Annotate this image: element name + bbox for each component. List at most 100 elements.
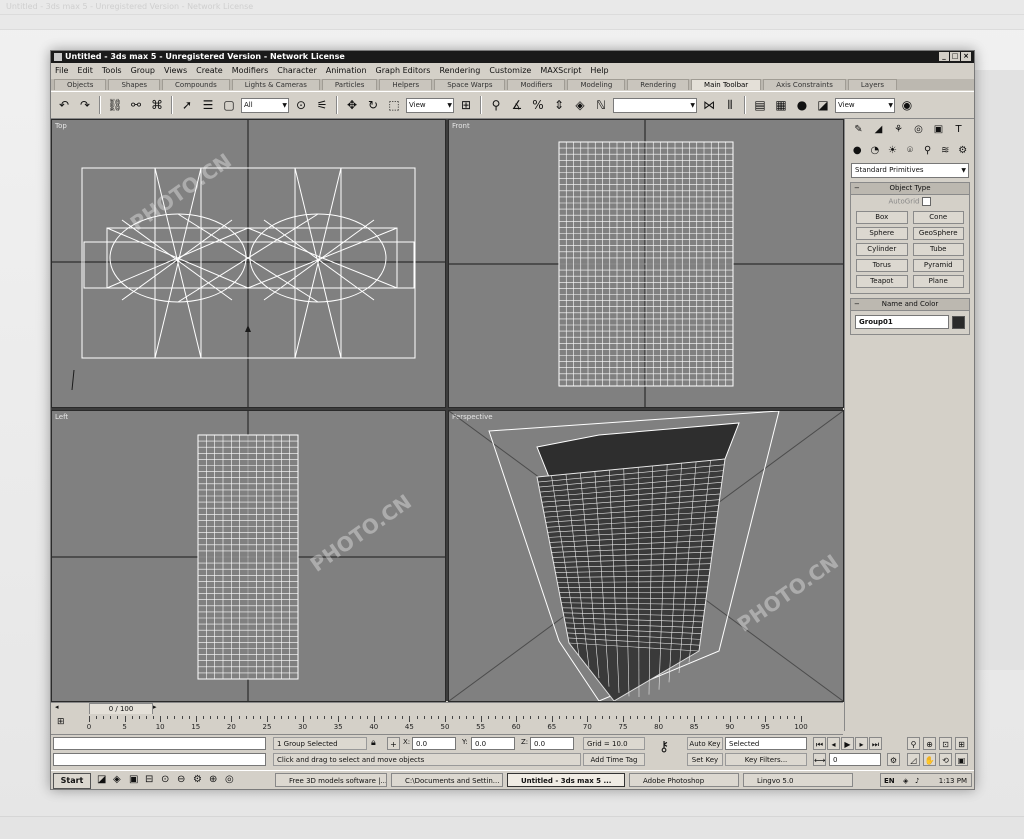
next-frame-arrow[interactable]: ▸ (153, 703, 157, 711)
zoom-all-icon[interactable]: ⊕ (923, 737, 936, 750)
prev-frame-icon[interactable]: ◂ (827, 737, 840, 750)
absolute-mode-toggle[interactable]: + (387, 737, 400, 750)
menu-customize[interactable]: Customize (489, 64, 531, 78)
select-object-icon[interactable]: ➚ (178, 96, 196, 114)
viewport-perspective[interactable]: Perspective PHOTO.CN (448, 410, 844, 702)
tab-modeling[interactable]: Modeling (567, 79, 626, 90)
spacewarps-icon[interactable]: ≋ (938, 143, 953, 158)
material-editor-icon[interactable]: ● (793, 96, 811, 114)
time-config-icon[interactable]: ⚙ (887, 753, 900, 766)
key-icon[interactable]: ⚷ (659, 739, 669, 755)
taskbar-item-lingvo[interactable]: Lingvo 5.0 (743, 773, 853, 787)
cone-button[interactable]: Cone (912, 211, 964, 224)
named-selection-icon[interactable]: ℕ (592, 96, 610, 114)
pivot-icon[interactable]: ⊞ (457, 96, 475, 114)
tab-main-toolbar[interactable]: Main Toolbar (691, 79, 762, 90)
manipulate-icon[interactable]: ⚟ (313, 96, 331, 114)
plane-button[interactable]: Plane (912, 275, 964, 288)
motion-tab-icon[interactable]: ◎ (910, 122, 927, 137)
volume-icon[interactable]: ♪ (915, 774, 919, 788)
zoom-extents-icon[interactable]: ⊡ (939, 737, 952, 750)
quicklaunch-icon[interactable]: ◈ (113, 774, 121, 785)
menu-modifiers[interactable]: Modifiers (232, 64, 269, 78)
tab-objects[interactable]: Objects (54, 79, 107, 90)
object-type-header[interactable]: − Object Type (851, 183, 969, 195)
select-by-name-icon[interactable]: ☰ (199, 96, 217, 114)
quicklaunch-icon[interactable]: ◎ (225, 774, 234, 785)
hierarchy-tab-icon[interactable]: ⚘ (890, 122, 907, 137)
pyramid-button[interactable]: Pyramid (912, 259, 964, 272)
menu-maxscript[interactable]: MAXScript (540, 64, 581, 78)
menu-rendering[interactable]: Rendering (439, 64, 480, 78)
taskbar-item-photoshop[interactable]: Adobe Photoshop (629, 773, 739, 787)
language-indicator[interactable]: EN (884, 774, 895, 788)
snap-icon[interactable]: ⚲ (487, 96, 505, 114)
tab-particles[interactable]: Particles (321, 79, 378, 90)
key-mode-toggle-icon[interactable]: ⟷ (813, 753, 826, 766)
spinner-snap-icon[interactable]: ⇕ (550, 96, 568, 114)
lock-icon[interactable]: 🔒︎ (371, 738, 376, 748)
set-key-button[interactable]: Set Key (687, 753, 723, 766)
tab-layers[interactable]: Layers (847, 79, 898, 90)
viewport-front[interactable]: Front (448, 119, 844, 408)
viewport-top[interactable]: Top PHOTO.CN (51, 119, 446, 408)
zoom-extents-all-icon[interactable]: ⊞ (955, 737, 968, 750)
minimize-button[interactable]: _ (939, 52, 949, 61)
tab-axis-constraints[interactable]: Axis Constraints (763, 79, 846, 90)
autogrid-checkbox[interactable] (922, 197, 932, 206)
track-bar-icon[interactable]: ⊞ (57, 717, 65, 727)
min-max-toggle-icon[interactable]: ▣ (955, 753, 968, 766)
tab-helpers[interactable]: Helpers (379, 79, 433, 90)
menu-graph-editors[interactable]: Graph Editors (376, 64, 431, 78)
quicklaunch-icon[interactable]: ⊖ (177, 774, 185, 785)
unlink-icon[interactable]: ⚯ (127, 96, 145, 114)
menu-animation[interactable]: Animation (326, 64, 367, 78)
menu-tools[interactable]: Tools (102, 64, 122, 78)
quicklaunch-icon[interactable]: ⊙ (161, 774, 169, 785)
scale-icon[interactable]: ⬚ (385, 96, 403, 114)
redo-icon[interactable]: ↷ (76, 96, 94, 114)
x-coord-field[interactable]: 0.0 (412, 737, 456, 750)
render-scene-icon[interactable]: ◪ (814, 96, 832, 114)
object-color-swatch[interactable] (952, 315, 965, 329)
box-button[interactable]: Box (856, 211, 908, 224)
torus-button[interactable]: Torus (856, 259, 908, 272)
helpers-icon[interactable]: ⚲ (920, 143, 935, 158)
quicklaunch-icon[interactable]: ⚙ (193, 774, 202, 785)
menu-views[interactable]: Views (164, 64, 187, 78)
z-coord-field[interactable]: 0.0 (530, 737, 574, 750)
maxscript-listener-lower[interactable] (53, 753, 266, 766)
viewport-left[interactable]: Left PHOTO.CN (51, 410, 446, 702)
menu-character[interactable]: Character (277, 64, 317, 78)
key-filters-button[interactable]: Key Filters... (725, 753, 807, 766)
select-and-move-icon[interactable]: ⊙ (292, 96, 310, 114)
quick-render-icon[interactable]: ◉ (898, 96, 916, 114)
quicklaunch-icon[interactable]: ⊕ (209, 774, 217, 785)
name-color-header[interactable]: − Name and Color (851, 299, 969, 311)
tab-lights-cameras[interactable]: Lights & Cameras (231, 79, 320, 90)
y-coord-field[interactable]: 0.0 (471, 737, 515, 750)
taskbar-item-explorer[interactable]: C:\Documents and Settin... (391, 773, 503, 787)
add-time-tag-button[interactable]: Add Time Tag (583, 753, 645, 766)
material-icon[interactable]: ◈ (571, 96, 589, 114)
go-to-end-icon[interactable]: ⏭ (869, 737, 882, 750)
tray-icon[interactable]: ◈ (903, 774, 908, 788)
prev-frame-arrow[interactable]: ◂ (55, 703, 59, 711)
link-icon[interactable]: ⛓ (106, 96, 124, 114)
angle-snap-icon[interactable]: ∡ (508, 96, 526, 114)
create-tab-icon[interactable]: ✎ (850, 122, 867, 137)
rotate-icon[interactable]: ↻ (364, 96, 382, 114)
quicklaunch-icon[interactable]: ◪ (97, 774, 106, 785)
category-dropdown[interactable]: Standard Primitives (851, 163, 969, 178)
fov-icon[interactable]: ◿ (907, 753, 920, 766)
reference-coord-dropdown[interactable]: View (406, 97, 454, 113)
track-view-icon[interactable]: ▤ (751, 96, 769, 114)
tab-modifiers[interactable]: Modifiers (507, 79, 566, 90)
object-name-field[interactable]: Group01 (855, 315, 949, 329)
schematic-view-icon[interactable]: ▦ (772, 96, 790, 114)
undo-icon[interactable]: ↶ (55, 96, 73, 114)
quicklaunch-icon[interactable]: ⊟ (145, 774, 153, 785)
teapot-button[interactable]: Teapot (856, 275, 908, 288)
utilities-tab-icon[interactable]: T (950, 122, 967, 137)
next-frame-icon[interactable]: ▸ (855, 737, 868, 750)
